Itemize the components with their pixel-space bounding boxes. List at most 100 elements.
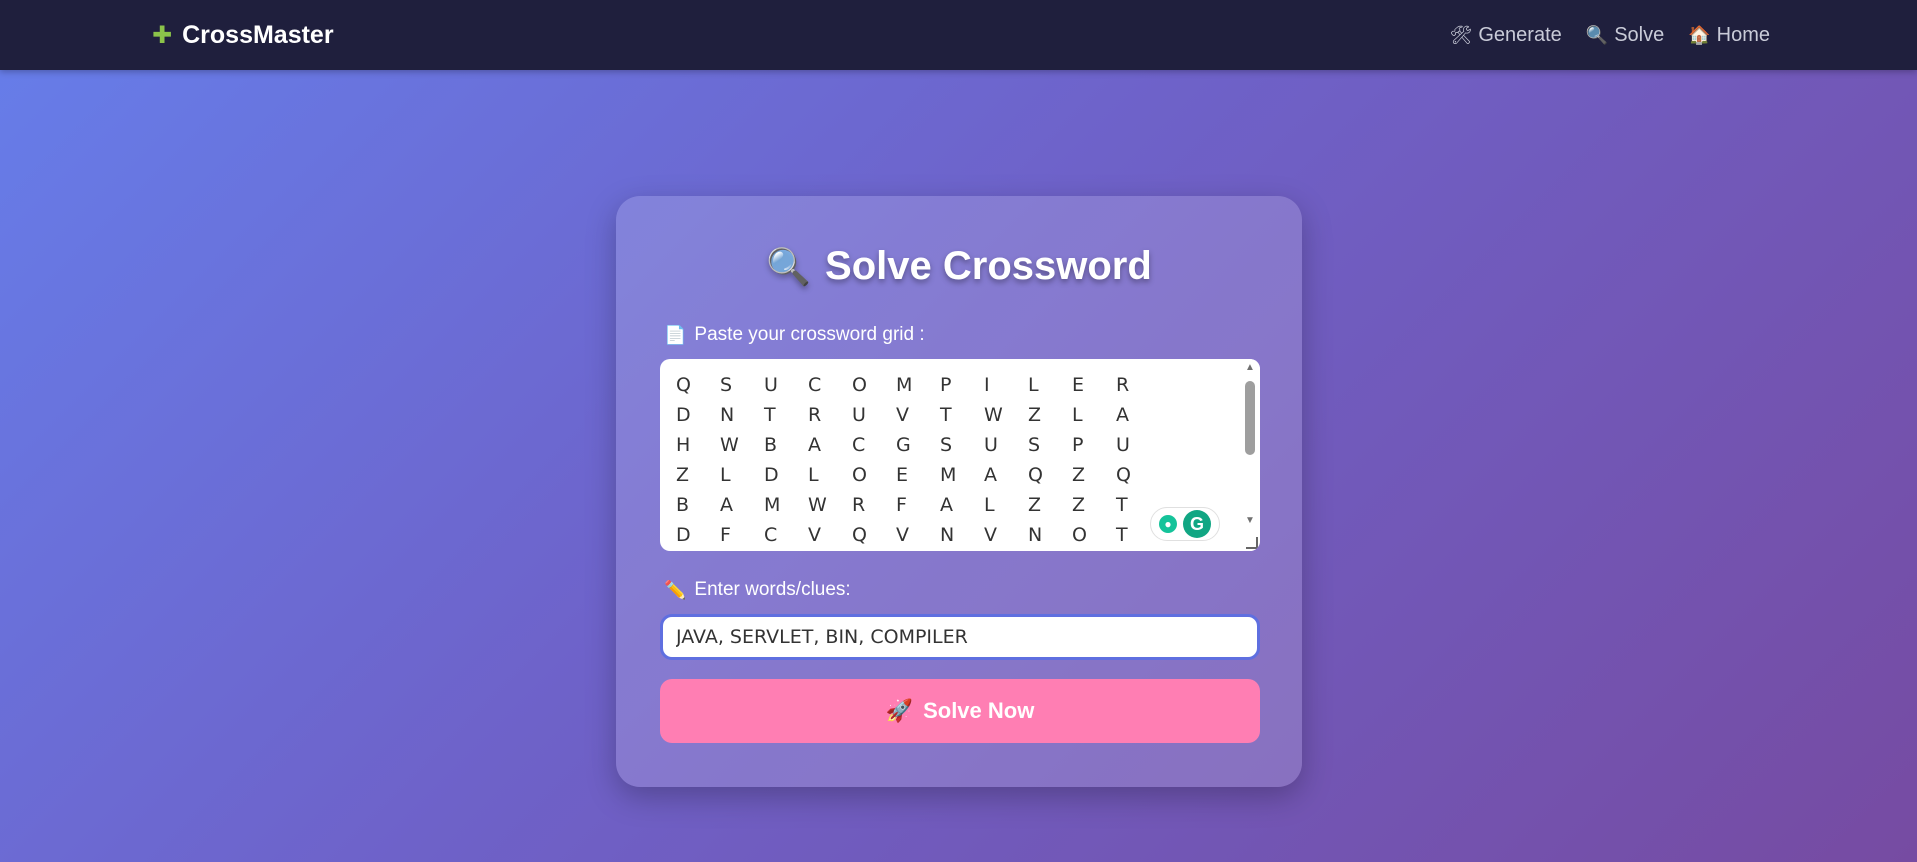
grid-letter: D — [764, 464, 779, 486]
words-label-text: Enter words/clues: — [694, 579, 851, 600]
grid-letter: T — [764, 404, 776, 426]
grid-letter: W — [720, 434, 739, 456]
grid-letter: F — [720, 524, 731, 546]
grid-letter: N — [940, 524, 955, 546]
grid-row: BAMWRFALZZT — [676, 490, 1160, 520]
hammer-wrench-icon: 🛠 — [1449, 24, 1473, 45]
brand[interactable]: ✚ CrossMaster — [152, 21, 334, 50]
nav-link-label: Solve — [1614, 23, 1665, 46]
grid-letter: V — [808, 524, 821, 546]
grid-letter: N — [1028, 524, 1043, 546]
brand-name: CrossMaster — [182, 20, 334, 49]
grid-rows: QSUCOMPILERDNTRUVTWZLAHWBACGSUSPUZLDLOEM… — [676, 370, 1160, 550]
puzzle-piece-icon: ✚ — [152, 21, 173, 49]
scroll-down-arrow-icon[interactable]: ▼ — [1245, 515, 1255, 526]
grid-letter: V — [896, 524, 909, 546]
grid-letter: L — [1028, 374, 1039, 396]
grid-letter: O — [852, 464, 867, 486]
grid-row: ZLDLOEMAQZQ — [676, 460, 1160, 490]
rocket-icon: 🚀 — [885, 698, 914, 723]
grid-letter: O — [1072, 524, 1087, 546]
textarea-scrollbar[interactable]: ▲ ▼ — [1240, 359, 1260, 551]
grid-letter: A — [720, 494, 733, 516]
grid-letter: M — [764, 494, 781, 516]
grid-letter: U — [1116, 434, 1130, 456]
grid-letter: E — [896, 464, 909, 486]
grid-letter: U — [764, 374, 778, 396]
document-icon: 📄 — [664, 324, 687, 345]
grid-letter: G — [896, 434, 911, 456]
grid-letter: P — [1072, 434, 1084, 456]
pencil-icon: ✏️ — [664, 579, 687, 600]
solve-now-label: Solve Now — [923, 698, 1035, 723]
grid-letter: O — [852, 374, 867, 396]
grid-letter: A — [808, 434, 821, 456]
grid-letter: Z — [1028, 494, 1042, 516]
grid-letter: R — [852, 494, 866, 516]
nav-link-home[interactable]: 🏠 Home — [1688, 24, 1770, 47]
grid-letter: C — [852, 434, 866, 456]
grid-letter: Q — [676, 374, 691, 396]
grid-letter: U — [852, 404, 866, 426]
grid-label-text: Paste your crossword grid : — [694, 324, 925, 345]
words-label: ✏️ Enter words/clues: — [664, 579, 851, 601]
grid-letter: C — [764, 524, 778, 546]
grid-letter: V — [896, 404, 909, 426]
scroll-up-arrow-icon[interactable]: ▲ — [1245, 362, 1255, 373]
grid-letter: Q — [1028, 464, 1043, 486]
grid-letter: Q — [852, 524, 867, 546]
navbar: ✚ CrossMaster 🛠 Generate 🔍 Solve 🏠 Home — [0, 0, 1917, 70]
grid-letter: C — [808, 374, 822, 396]
grid-letter: I — [984, 374, 990, 396]
nav-link-label: Generate — [1478, 23, 1562, 46]
grid-letter: P — [940, 374, 952, 396]
grid-letter: D — [676, 524, 691, 546]
grid-letter: E — [1072, 374, 1085, 396]
grid-letter: T — [940, 404, 952, 426]
grammarly-logo-icon[interactable]: G — [1183, 510, 1211, 538]
grid-letter: Z — [1072, 494, 1086, 516]
grid-letter: L — [720, 464, 731, 486]
solve-now-button[interactable]: 🚀 Solve Now — [660, 679, 1260, 743]
grid-letter: F — [896, 494, 907, 516]
grid-letter: M — [940, 464, 957, 486]
grid-letter: R — [808, 404, 822, 426]
grid-letter: V — [984, 524, 997, 546]
solve-card: 🔍 Solve Crossword 📄 Paste your crossword… — [616, 196, 1302, 787]
crossword-grid-textarea[interactable]: QSUCOMPILERDNTRUVTWZLAHWBACGSUSPUZLDLOEM… — [660, 359, 1260, 551]
page-title-text: Solve Crossword — [825, 244, 1152, 288]
grid-letter: L — [1072, 404, 1083, 426]
grid-letter: B — [764, 434, 778, 456]
grid-letter: A — [940, 494, 953, 516]
grid-letter: B — [676, 494, 690, 516]
grid-letter: Z — [676, 464, 690, 486]
grid-letter: Z — [1028, 404, 1042, 426]
nav-link-label: Home — [1716, 23, 1770, 46]
grid-letter: L — [984, 494, 995, 516]
grid-letter: M — [896, 374, 913, 396]
grid-row: QSUCOMPILER — [676, 370, 1160, 400]
words-input[interactable] — [660, 614, 1260, 660]
resize-handle-icon[interactable] — [1246, 537, 1258, 549]
grid-row: HWBACGSUSPU — [676, 430, 1160, 460]
scroll-thumb[interactable] — [1245, 381, 1255, 455]
grid-letter: Z — [1072, 464, 1086, 486]
grid-label: 📄 Paste your crossword grid : — [664, 324, 925, 346]
grammarly-widget[interactable]: ● G — [1150, 507, 1220, 541]
grid-letter: S — [720, 374, 733, 396]
nav-link-solve[interactable]: 🔍 Solve — [1586, 24, 1664, 47]
grid-letter: H — [676, 434, 691, 456]
grid-letter: W — [808, 494, 827, 516]
grid-letter: Q — [1116, 464, 1131, 486]
grid-letter: D — [676, 404, 691, 426]
grid-letter: A — [1116, 404, 1129, 426]
nav-link-generate[interactable]: 🛠 Generate — [1450, 24, 1562, 47]
grid-letter: U — [984, 434, 998, 456]
grid-letter: R — [1116, 374, 1130, 396]
magnifier-icon: 🔍 — [1585, 24, 1609, 45]
lightbulb-icon[interactable]: ● — [1159, 515, 1177, 533]
grid-letter: S — [1028, 434, 1041, 456]
nav-links: 🛠 Generate 🔍 Solve 🏠 Home — [1450, 24, 1770, 47]
grid-letter: N — [720, 404, 735, 426]
grid-row: DNTRUVTWZLA — [676, 400, 1160, 430]
